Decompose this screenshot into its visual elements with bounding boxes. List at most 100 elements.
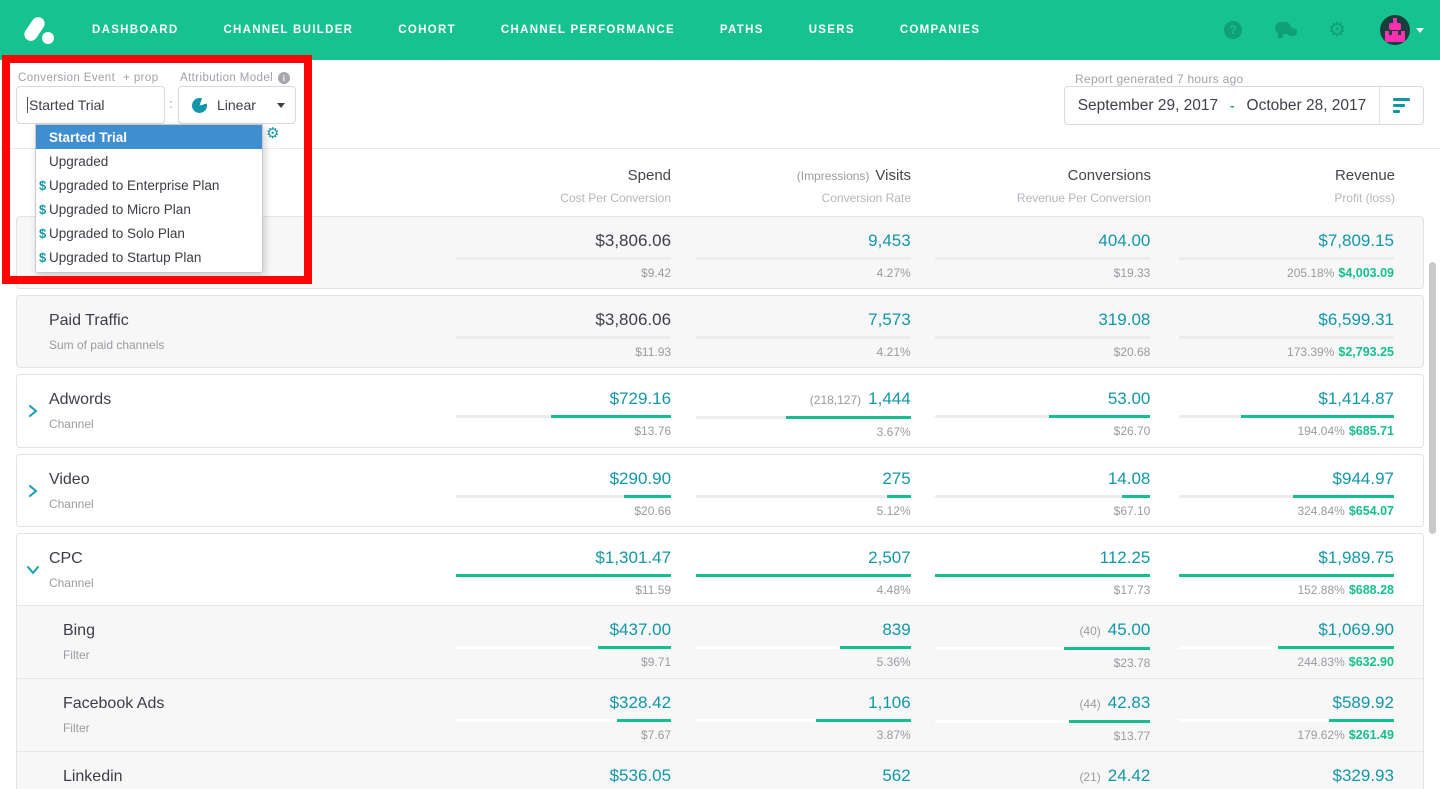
revenue-value[interactable]: $944.97 bbox=[1333, 469, 1394, 488]
app-logo-icon[interactable] bbox=[21, 14, 56, 45]
table-settings-gear-icon[interactable]: ⚙ bbox=[266, 126, 279, 141]
metric-bar bbox=[1179, 574, 1394, 577]
visits-cell: 5624.34% bbox=[671, 766, 910, 789]
revenue-value[interactable]: $6,599.31 bbox=[1318, 310, 1394, 329]
attribution-model-label: Attribution Model i bbox=[180, 72, 291, 84]
metric-bar bbox=[695, 574, 911, 577]
conversions-value[interactable]: 42.83 bbox=[1108, 693, 1151, 712]
visits-value[interactable]: 839 bbox=[882, 620, 910, 639]
visits-cell: 9,453 4.27% bbox=[671, 231, 911, 280]
conversion-count: (21) bbox=[1079, 770, 1101, 784]
metric-bar bbox=[1179, 415, 1394, 418]
spend-value[interactable]: $536.05 bbox=[610, 766, 671, 785]
info-icon[interactable]: i bbox=[278, 72, 291, 84]
spend-value[interactable]: $1,301.47 bbox=[595, 548, 671, 567]
visits-cell: 839 5.36% bbox=[671, 620, 911, 669]
metric-bar bbox=[1179, 257, 1394, 260]
spend-value[interactable]: $437.00 bbox=[610, 620, 671, 639]
nav-item-channel-performance[interactable]: CHANNEL PERFORMANCE bbox=[501, 24, 675, 36]
row-video: Video Channel $290.90 $20.66 275 5.12% 14.… bbox=[16, 454, 1424, 527]
spend-value[interactable]: $290.90 bbox=[610, 469, 671, 488]
revenue-value[interactable]: $329.93 bbox=[1333, 766, 1394, 785]
spend-value[interactable]: $328.42 bbox=[610, 693, 671, 712]
add-prop-button[interactable]: + prop bbox=[123, 72, 158, 84]
dollar-icon: $ bbox=[39, 249, 47, 265]
help-icon[interactable]: ? bbox=[1224, 21, 1243, 39]
metric-bar bbox=[456, 257, 672, 260]
profit-value: $4,003.09 bbox=[1338, 266, 1394, 280]
conversions-value[interactable]: 404.00 bbox=[1098, 231, 1150, 250]
revenue-value[interactable]: $1,989.75 bbox=[1318, 548, 1394, 567]
user-avatar[interactable] bbox=[1380, 15, 1410, 45]
visits-value[interactable]: 1,106 bbox=[868, 693, 911, 712]
date-range-picker[interactable]: September 29, 2017 - October 28, 2017 bbox=[1064, 86, 1424, 125]
row-title: CPC bbox=[48, 550, 83, 567]
revenue-value[interactable]: $589.92 bbox=[1333, 693, 1394, 712]
attribution-model-select[interactable]: Linear bbox=[178, 86, 296, 124]
separator-colon: : bbox=[169, 96, 173, 111]
nav-item-cohort[interactable]: COHORT bbox=[398, 24, 456, 36]
visits-cell: 7,573 4.21% bbox=[671, 310, 911, 359]
nav-item-paths[interactable]: PATHS bbox=[720, 24, 764, 36]
report-generated-text: Report generated 7 hours ago bbox=[1075, 72, 1244, 86]
revenue-cell: $944.97 324.84% $654.07 bbox=[1150, 469, 1423, 518]
visits-value[interactable]: 275 bbox=[882, 469, 910, 488]
dropdown-option-upgraded[interactable]: Upgraded bbox=[36, 149, 262, 173]
settings-gear-icon[interactable]: ⚙ bbox=[1328, 20, 1346, 40]
dropdown-option-upgraded-solo[interactable]: $ Upgraded to Solo Plan bbox=[36, 221, 262, 245]
dropdown-option-upgraded-startup[interactable]: $ Upgraded to Startup Plan bbox=[36, 245, 262, 269]
conversion-rate: 5.36% bbox=[876, 655, 911, 669]
nav-item-companies[interactable]: COMPANIES bbox=[900, 24, 981, 36]
conversions-cell: (21)24.42$13.51 bbox=[911, 766, 1151, 789]
profit-percent: 152.88% bbox=[1297, 583, 1345, 597]
visits-value[interactable]: 562 bbox=[882, 766, 910, 785]
account-chevron-down-icon[interactable] bbox=[1416, 27, 1424, 33]
nav-item-channel-builder[interactable]: CHANNEL BUILDER bbox=[223, 24, 353, 36]
metric-bar bbox=[935, 720, 1151, 723]
cost-per-conversion: $11.59 bbox=[635, 583, 672, 597]
revenue-value[interactable]: $1,069.90 bbox=[1318, 620, 1394, 639]
collapse-chevron-icon[interactable] bbox=[17, 548, 49, 576]
visits-value[interactable]: 7,573 bbox=[868, 310, 911, 329]
nav-menu: DASHBOARD CHANNEL BUILDER COHORT CHANNEL… bbox=[92, 24, 1025, 36]
revenue-cell: $6,599.31 173.39% $2,793.25 bbox=[1150, 310, 1423, 359]
visits-value[interactable]: 9,453 bbox=[868, 231, 911, 250]
conversions-value[interactable]: 53.00 bbox=[1108, 389, 1151, 408]
revenue-value[interactable]: $7,809.15 bbox=[1318, 231, 1394, 250]
nav-item-dashboard[interactable]: DASHBOARD bbox=[92, 24, 178, 36]
visits-cell: (218,127) 1,444 3.67% bbox=[671, 389, 911, 439]
visits-value[interactable]: 2,507 bbox=[868, 548, 911, 567]
nav-item-users[interactable]: USERS bbox=[809, 24, 855, 36]
conversions-value[interactable]: 14.08 bbox=[1108, 469, 1151, 488]
conversions-value[interactable]: 112.25 bbox=[1100, 548, 1151, 567]
metric-bar bbox=[935, 495, 1151, 498]
metric-bar bbox=[456, 336, 672, 339]
scrollbar-thumb[interactable] bbox=[1429, 262, 1436, 534]
dropdown-option-upgraded-micro[interactable]: $ Upgraded to Micro Plan bbox=[36, 197, 262, 221]
visits-value[interactable]: 1,444 bbox=[868, 389, 911, 408]
revenue-value[interactable]: $1,414.87 bbox=[1318, 389, 1394, 408]
spend-value[interactable]: $729.16 bbox=[610, 389, 671, 408]
filter-icon[interactable] bbox=[1379, 87, 1423, 124]
conversion-event-input[interactable]: Started Trial bbox=[16, 86, 165, 124]
dropdown-option-upgraded-enterprise[interactable]: $ Upgraded to Enterprise Plan bbox=[36, 173, 262, 197]
visits-cell: 1,106 3.87% bbox=[671, 693, 911, 742]
impressions-count: (218,127) bbox=[809, 393, 862, 407]
conversions-cell: (40) 45.00 $23.78 bbox=[911, 620, 1151, 670]
dollar-icon: $ bbox=[39, 225, 47, 241]
conversions-value[interactable]: 45.00 bbox=[1108, 620, 1151, 639]
revenue-cell: $589.92 179.62% $261.49 bbox=[1150, 693, 1423, 742]
expand-chevron-icon[interactable] bbox=[17, 469, 49, 497]
row-linkedin: Linkedin Filter $536.05$21.95 5624.34% (… bbox=[17, 751, 1423, 789]
profit-value: $632.90 bbox=[1348, 655, 1394, 669]
conversions-value[interactable]: 24.42 bbox=[1108, 766, 1151, 785]
chat-icon[interactable] bbox=[1275, 22, 1298, 38]
conversion-rate: 4.48% bbox=[876, 583, 911, 597]
revenue-per-conversion: $23.78 bbox=[1113, 656, 1151, 670]
expand-chevron-icon[interactable] bbox=[17, 389, 49, 417]
revenue-per-conversion: $26.70 bbox=[1113, 424, 1151, 438]
spend-cell: $3,806.06 $11.93 bbox=[431, 310, 672, 359]
dropdown-option-started-trial[interactable]: Started Trial bbox=[36, 125, 262, 149]
header-conversions: Conversions Revenue Per Conversion bbox=[1016, 167, 1151, 205]
conversions-value[interactable]: 319.08 bbox=[1098, 310, 1150, 329]
